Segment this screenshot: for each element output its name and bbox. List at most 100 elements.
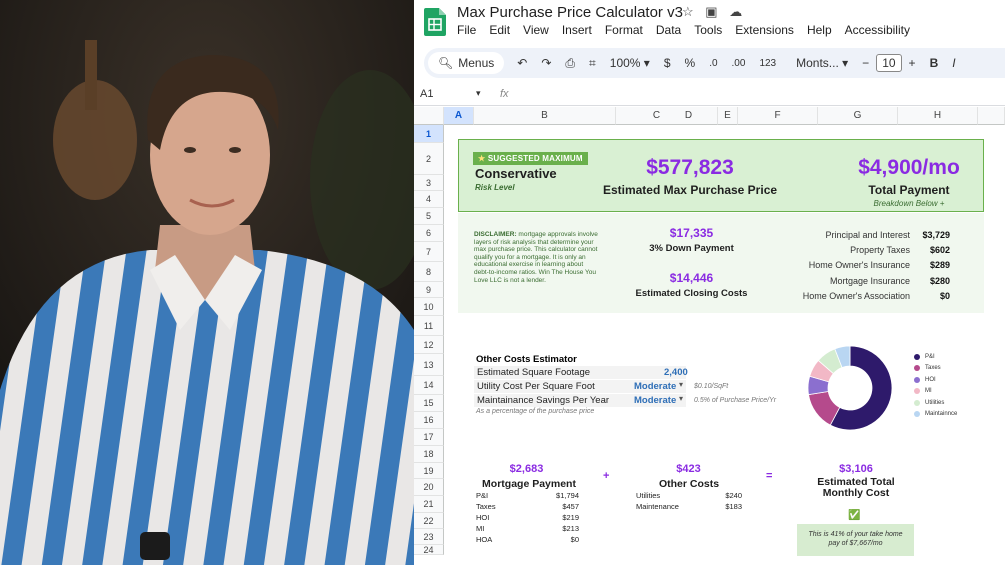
increase-decimal-button[interactable]: .00 [725, 58, 753, 69]
tip-line1: This is 41% of your take home [808, 531, 903, 538]
max-price-value: $577,823 [646, 156, 734, 179]
paint-format-icon[interactable]: ⌗ [582, 56, 603, 71]
row-label: MI [476, 524, 485, 533]
column-header-h[interactable]: H [898, 107, 978, 125]
mortgage-row: P&I $1,794 [476, 491, 579, 502]
bold-button[interactable]: B [923, 56, 946, 70]
disclaimer-lead: DISCLAIMER: [474, 231, 517, 238]
row-value: $240 [725, 491, 742, 500]
column-header-d[interactable]: D [660, 107, 718, 125]
move-folder-icon[interactable]: ▣ [705, 4, 717, 19]
risk-label: Risk Level [475, 183, 515, 192]
row-header-3[interactable]: 3 [414, 175, 444, 191]
font-value: Monts... [796, 56, 839, 70]
menu-tools[interactable]: Tools [694, 23, 722, 37]
percent-button[interactable]: % [678, 56, 703, 70]
menus-label: Menus [458, 56, 495, 70]
row-header-6[interactable]: 6 [414, 225, 444, 242]
menu-insert[interactable]: Insert [562, 23, 592, 37]
legend-label: Taxes [925, 365, 941, 372]
menu-help[interactable]: Help [807, 23, 832, 37]
decrease-decimal-button[interactable]: .0 [702, 58, 724, 69]
menu-edit[interactable]: Edit [489, 23, 510, 37]
row-header-1[interactable]: 1 [414, 125, 444, 143]
breakdown-value: $0 [939, 291, 950, 301]
column-header-b[interactable]: B [474, 107, 616, 125]
column-header-f[interactable]: F [738, 107, 818, 125]
chevron-down-icon[interactable]: ▾ [679, 394, 683, 403]
maintenance-dropdown[interactable]: Moderate [634, 395, 676, 406]
star-icon[interactable]: ☆ [682, 4, 694, 19]
menu-extensions[interactable]: Extensions [735, 23, 794, 37]
chevron-down-icon[interactable]: ▾ [679, 380, 683, 389]
print-icon[interactable]: ⎙ [558, 56, 582, 71]
badge-text: SUGGESTED MAXIMUM [487, 154, 583, 163]
other-costs-title: Other Costs Estimator [476, 354, 577, 365]
menu-file[interactable]: File [457, 23, 476, 37]
select-all-corner[interactable] [414, 107, 444, 125]
row-label: HOI [476, 513, 490, 522]
row-header-4[interactable]: 4 [414, 191, 444, 208]
sqft-input[interactable]: 2,400 [664, 367, 688, 378]
row-header-13[interactable]: 13 [414, 354, 444, 376]
legend-dot [914, 365, 920, 372]
column-header-g[interactable]: G [818, 107, 898, 125]
row-header-7[interactable]: 7 [414, 242, 444, 262]
row-header-2[interactable]: 2 [414, 143, 444, 175]
zoom-select[interactable]: 100% ▾ [603, 56, 657, 70]
undo-icon[interactable]: ↶ [510, 56, 534, 70]
row-header-24[interactable]: 24 [414, 545, 444, 555]
column-header-e[interactable]: E [718, 107, 738, 125]
legend-dot [914, 411, 920, 418]
font-select[interactable]: Monts... ▾ [789, 56, 855, 70]
row-value: $1,794 [556, 491, 579, 500]
font-size-input[interactable]: 10 [876, 54, 902, 72]
name-box[interactable]: A1 [420, 88, 433, 100]
redo-icon[interactable]: ↷ [534, 56, 558, 70]
row-header-9[interactable]: 9 [414, 282, 444, 298]
row-header-11[interactable]: 11 [414, 316, 444, 336]
chevron-down-icon[interactable]: ▾ [476, 88, 481, 99]
font-size-decrease-button[interactable]: − [855, 56, 876, 70]
italic-button[interactable]: I [945, 56, 962, 70]
row-header-10[interactable]: 10 [414, 298, 444, 316]
legend-item: MI [914, 386, 957, 398]
document-title[interactable]: Max Purchase Price Calculator v3 [457, 4, 683, 21]
menu-data[interactable]: Data [656, 23, 681, 37]
row-header-16[interactable]: 16 [414, 412, 444, 429]
other-row: Maintenance $183 [636, 502, 742, 513]
legend-item: Maintainnce [914, 409, 957, 421]
column-header-a[interactable]: A [444, 107, 474, 125]
row-header-17[interactable]: 17 [414, 429, 444, 446]
row-header-20[interactable]: 20 [414, 479, 444, 496]
oce-row-utility: Utility Cost Per Square Foot Moderate ▾ [474, 380, 686, 393]
currency-button[interactable]: $ [657, 56, 678, 70]
row-header-23[interactable]: 23 [414, 529, 444, 545]
menus-search[interactable]: 🔍︎ Menus [428, 52, 505, 74]
menu-view[interactable]: View [523, 23, 549, 37]
row-header-14[interactable]: 14 [414, 376, 444, 395]
legend-label: MI [925, 388, 932, 395]
closing-costs-label: Estimated Closing Costs [635, 288, 748, 299]
utility-dropdown[interactable]: Moderate [634, 381, 676, 392]
menu-accessibility[interactable]: Accessibility [845, 23, 910, 37]
oce-row-maintenance: Maintainance Savings Per Year Moderate ▾ [474, 394, 686, 407]
row-label: HOA [476, 535, 493, 544]
title-icons: ☆ ▣ ☁ [682, 4, 742, 20]
cost-donut-chart [807, 345, 893, 431]
sheets-logo-icon[interactable] [424, 8, 446, 36]
row-header-12[interactable]: 12 [414, 336, 444, 354]
total-payment-value: $4,900/mo [858, 156, 960, 179]
cloud-status-icon[interactable]: ☁ [729, 4, 742, 19]
row-header-19[interactable]: 19 [414, 463, 444, 479]
row-header-21[interactable]: 21 [414, 496, 444, 513]
number-format-button[interactable]: 123 [752, 58, 783, 69]
column-header-extra[interactable] [978, 107, 1005, 125]
font-size-increase-button[interactable]: + [902, 56, 923, 70]
row-header-18[interactable]: 18 [414, 446, 444, 463]
menu-format[interactable]: Format [605, 23, 643, 37]
row-header-8[interactable]: 8 [414, 262, 444, 282]
row-header-22[interactable]: 22 [414, 513, 444, 529]
row-header-5[interactable]: 5 [414, 208, 444, 225]
row-header-15[interactable]: 15 [414, 395, 444, 412]
